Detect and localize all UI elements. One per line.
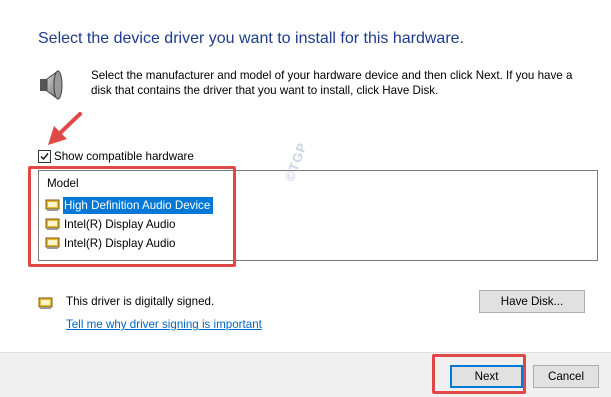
compatible-hardware-label: Show compatible hardware	[54, 149, 194, 163]
speaker-icon	[40, 70, 63, 100]
cancel-button[interactable]: Cancel	[533, 365, 599, 388]
dialog-description: Select the manufacturer and model of you…	[91, 69, 573, 97]
have-disk-button[interactable]: Have Disk...	[479, 290, 585, 313]
compatible-hardware-checkbox[interactable]	[38, 149, 51, 163]
driver-signing-link[interactable]: Tell me why driver signing is important	[66, 318, 262, 331]
annotation-highlight-box	[432, 354, 526, 394]
certificate-icon	[38, 297, 53, 309]
dialog-heading: Select the device driver you want to ins…	[38, 30, 464, 47]
annotation-highlight-box	[28, 166, 236, 267]
driver-signed-status: This driver is digitally signed.	[66, 295, 215, 308]
compatible-hardware-row[interactable]: Show compatible hardware	[38, 149, 194, 163]
annotation-arrow	[48, 112, 82, 145]
checkmark-icon	[40, 152, 49, 160]
